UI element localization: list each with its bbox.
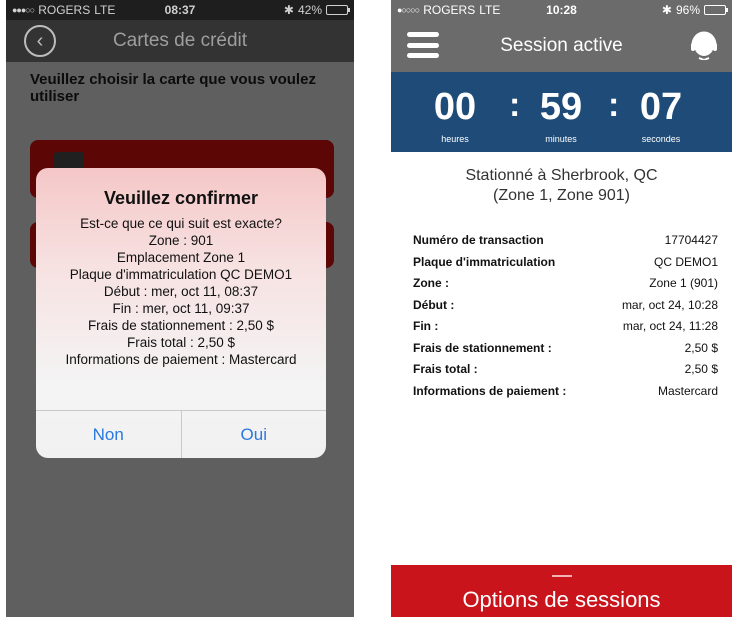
menu-icon[interactable] [407,32,439,58]
battery-percent: 42% [297,3,322,17]
headset-support-icon[interactable] [690,30,718,60]
network-type: LTE [94,3,116,17]
battery-icon [326,5,350,15]
carrier-info: ●○○○○ ROGERS LTE [397,3,500,17]
timer-minutes: 59 [539,86,583,128]
page-title: Cartes de crédit [112,30,248,51]
detail-row: Frais de stationnement : 2,50 $ [413,338,718,360]
detail-row: Numéro de transaction 17704427 [413,230,718,252]
detail-label: Numéro de transaction [413,233,544,247]
status-bar: ●●●○○ ROGERS LTE 08:37 ✱ 42% [6,0,354,20]
session-details: Numéro de transaction 17704427 Plaque d'… [391,230,732,402]
detail-row: Plaque d'immatriculation QC DEMO1 [413,252,718,274]
carrier-info: ●●●○○ ROGERS LTE [12,3,115,17]
status-time: 08:37 [164,3,196,17]
dialog-line: Emplacement Zone 1 [116,250,246,265]
card-instruction: Veuillez choisir la carte que vous voule… [30,71,316,105]
battery-percent: 96% [675,3,700,17]
timer-separator: : [608,86,620,124]
location-zone: (Zone 1, Zone 901) [493,187,630,204]
hours-label: heures [441,134,469,144]
detail-label: Zone : [413,276,449,290]
signal-dots-icon: ●○○○○ [397,5,420,15]
detail-value: QC DEMO1 [653,254,718,269]
timer-separator: : [509,86,521,124]
status-time: 10:28 [546,3,577,17]
dialog-line: Frais de stationnement : 2,50 $ [87,318,275,333]
dialog-message: Est-ce que ce qui suit est exacte? Zone … [36,215,326,368]
detail-value: Zone 1 (901) [649,276,718,290]
header-bar: ‹ Cartes de crédit [6,20,354,62]
detail-label: Frais de stationnement : [413,340,552,355]
dialog-line: Zone : 901 [148,233,214,248]
dialog-line: Début : mer, oct 11, 08:37 [103,284,259,299]
carrier-name: ROGERS [423,3,476,17]
status-right: ✱ 42% [283,3,350,17]
timer-seconds: 07 [639,86,683,128]
drawer-handle-icon[interactable] [551,575,572,577]
session-options-label: Options de sessions [462,587,661,612]
carrier-name: ROGERS [38,3,91,17]
status-bar: ●○○○○ ROGERS LTE 10:28 ✱ 96% [391,0,732,20]
session-options-button[interactable]: Options de sessions [391,565,732,617]
detail-row: Zone : Zone 1 (901) [413,273,718,295]
detail-value: mar, oct 24, 10:28 [621,297,718,312]
detail-value: 17704427 [664,233,718,247]
parking-location: Stationné à Sherbrook, QC (Zone 1, Zone … [391,166,732,206]
detail-label: Début : [413,297,455,312]
timer-hours: 00 [433,86,477,128]
minutes-label: minutes [545,134,577,144]
dialog-line: Plaque d'immatriculation QC DEMO1 [69,267,293,282]
detail-value: Mastercard [657,383,718,398]
location-city: Stationné à Sherbrook, QC [465,167,658,184]
detail-label: Frais total : [413,362,478,376]
detail-row: Début : mar, oct 24, 10:28 [413,295,718,317]
no-button[interactable]: Non [36,411,181,458]
detail-value: 2,50 $ [684,362,718,376]
confirm-dialog: Veuillez confirmer Est-ce que ce qui sui… [36,168,326,458]
network-type: LTE [479,3,501,17]
back-arrow-icon[interactable]: ‹ [24,25,56,57]
dialog-buttons: Non Oui [36,410,326,458]
detail-label: Plaque d'immatriculation [413,254,556,269]
dialog-line: Fin : mer, oct 11, 09:37 [112,301,250,316]
bluetooth-icon: ✱ [661,3,672,17]
detail-label: Informations de paiement : [413,383,567,398]
header-bar: Session active [391,20,732,72]
signal-dots-icon: ●●●○○ [12,5,35,15]
dialog-title: Veuillez confirmer [103,188,259,208]
status-right: ✱ 96% [661,3,728,17]
detail-row: Frais total : 2,50 $ [413,359,718,381]
page-title: Session active [500,35,623,56]
right-phone-screen: ●○○○○ ROGERS LTE 10:28 ✱ 96% Session act… [391,0,732,617]
countdown-timer: 00 : 59 : 07 heures minutes secondes [391,72,732,152]
dialog-line: Est-ce que ce qui suit est exacte? [80,216,282,231]
detail-row: Fin : mar, oct 24, 11:28 [413,316,718,338]
detail-label: Fin : [413,319,439,333]
battery-icon [704,5,728,15]
dialog-line: Informations de paiement : Mastercard [65,352,297,367]
seconds-label: secondes [641,134,681,144]
dialog-line: Frais total : 2,50 $ [126,335,236,350]
detail-value: mar, oct 24, 11:28 [622,319,718,333]
detail-row: Informations de paiement : Mastercard [413,381,718,403]
yes-button[interactable]: Oui [180,411,327,458]
bluetooth-icon: ✱ [283,3,294,17]
detail-value: 2,50 $ [684,340,718,355]
left-phone-screen: ●●●○○ ROGERS LTE 08:37 ✱ 42% ‹ Cartes de… [6,0,354,617]
